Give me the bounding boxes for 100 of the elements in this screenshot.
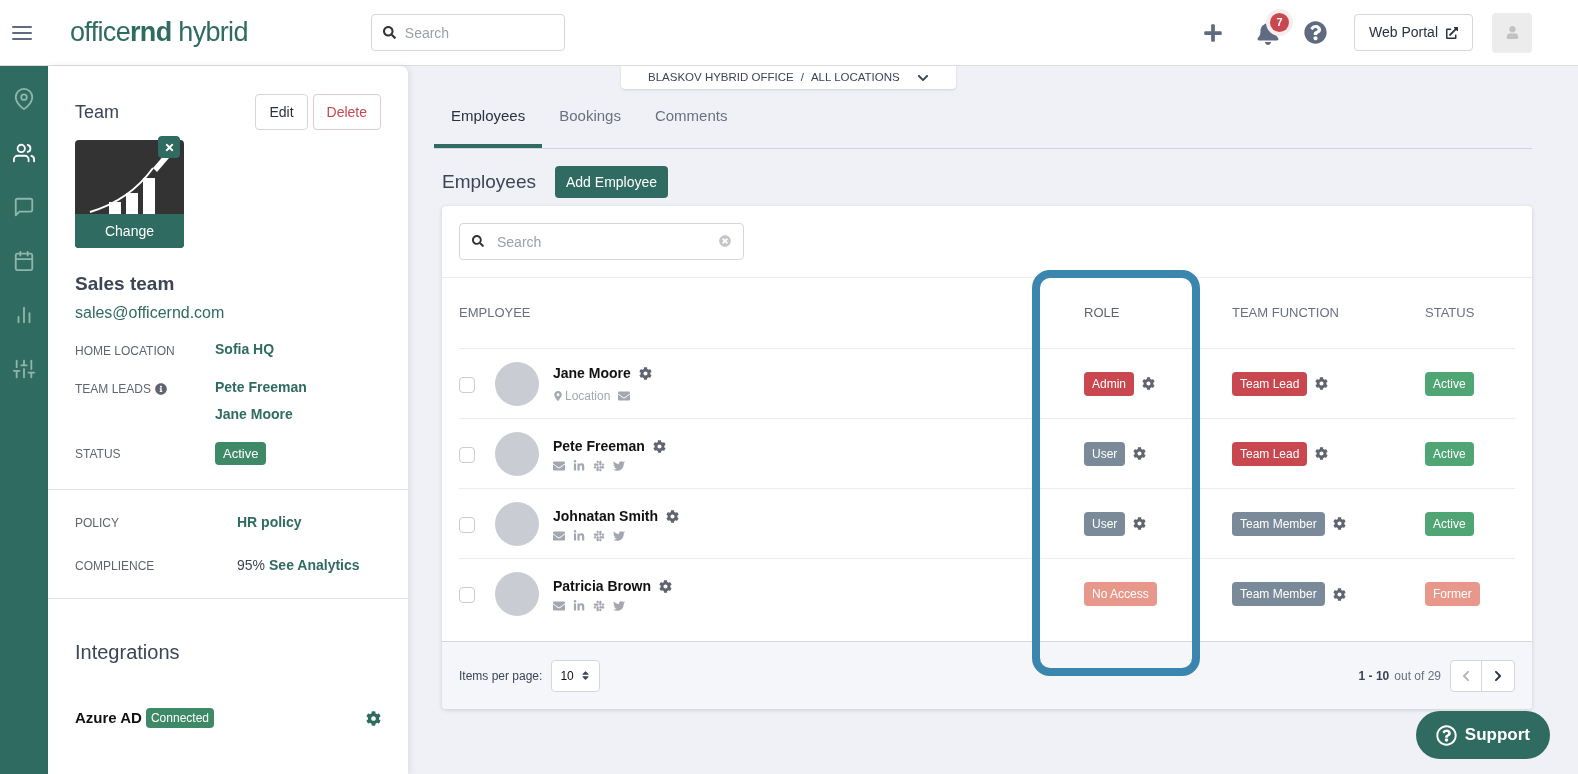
settings-icon[interactable]	[666, 509, 679, 523]
column-header: ROLE	[1084, 304, 1120, 323]
calendar-icon[interactable]	[13, 250, 35, 272]
user-icon	[1505, 26, 1519, 39]
settings-icon[interactable]	[652, 439, 666, 453]
team-function-tag: Team Lead	[1232, 371, 1308, 396]
employee-name[interactable]: Pete Freeman	[553, 435, 645, 457]
employee-name[interactable]: Johnatan Smith	[553, 505, 658, 527]
row-checkbox[interactable]	[459, 516, 475, 533]
role-tag: Admin	[1084, 371, 1134, 396]
status-badge: Active	[215, 441, 267, 465]
linkedin-icon[interactable]	[573, 459, 585, 472]
field-label: COMPLIENCE	[75, 557, 156, 575]
settings-icon[interactable]	[1332, 587, 1346, 601]
tab[interactable]: Comments	[637, 89, 745, 148]
team-email[interactable]: sales@officernd.com	[75, 300, 381, 325]
info-icon[interactable]	[155, 382, 168, 395]
location-selector[interactable]: BLASKOV HYBRID OFFICE / ALL LOCATIONS	[621, 66, 956, 89]
settings-icon[interactable]	[1142, 377, 1155, 390]
settings-icon[interactable]	[659, 580, 673, 593]
status-tag: Active	[1425, 441, 1474, 466]
slack-icon[interactable]	[593, 459, 605, 472]
column-header: TEAM FUNCTION	[1232, 304, 1339, 323]
twitter-icon[interactable]	[613, 600, 625, 612]
mail-icon[interactable]	[553, 600, 565, 612]
section-title: Employees	[442, 169, 536, 194]
change-button[interactable]: Change	[75, 214, 184, 248]
external-link-icon	[1446, 26, 1458, 39]
role-tag: User	[1084, 511, 1126, 536]
people-icon[interactable]	[13, 142, 35, 164]
tab[interactable]: Bookings	[542, 89, 638, 148]
chevron-left-icon	[1460, 669, 1472, 682]
remove-image-button[interactable]	[158, 136, 180, 158]
settings-icon[interactable]	[1133, 517, 1147, 530]
twitter-icon[interactable]	[613, 529, 625, 542]
edit-button[interactable]: Edit	[255, 94, 308, 130]
delete-button[interactable]: Delete	[312, 94, 381, 130]
field-link[interactable]: Sofia HQ	[215, 338, 275, 360]
search-icon	[382, 26, 396, 39]
search-field[interactable]: Search	[459, 223, 744, 260]
compliance-value: 95%	[237, 556, 266, 575]
field-link[interactable]: HR policy	[237, 512, 302, 533]
help-icon[interactable]	[1304, 21, 1327, 44]
settings-icon[interactable]	[1315, 447, 1329, 460]
field-link[interactable]: Jane Moore	[215, 403, 307, 425]
mail-icon[interactable]	[618, 389, 631, 402]
field-link[interactable]: Pete Freeman	[215, 376, 307, 398]
slack-icon[interactable]	[593, 600, 605, 612]
user-avatar[interactable]	[1492, 12, 1532, 53]
mail-icon[interactable]	[553, 529, 565, 542]
linkedin-icon[interactable]	[573, 600, 585, 612]
settings-icon[interactable]	[1332, 517, 1346, 530]
location-pin-icon	[553, 390, 563, 401]
avatar-photo	[495, 361, 539, 406]
location-text: Location	[565, 387, 611, 405]
items-per-page-select[interactable]: 10	[551, 659, 601, 692]
sort-arrows-icon	[580, 670, 592, 681]
row-checkbox[interactable]	[459, 587, 475, 603]
mail-icon[interactable]	[553, 459, 565, 472]
add-employee-button[interactable]: Add Employee	[555, 166, 669, 198]
section-title: Integrations	[75, 640, 181, 665]
field-label: POLICY	[75, 514, 120, 532]
tab[interactable]: Employees	[434, 89, 543, 148]
settings-icon[interactable]	[1133, 447, 1147, 460]
employee-name[interactable]: Patricia Brown	[553, 576, 652, 597]
row-checkbox[interactable]	[459, 446, 475, 463]
settings-icon[interactable]	[1315, 377, 1329, 390]
location-pin-icon[interactable]	[13, 88, 35, 110]
panel-title: Team	[75, 100, 119, 124]
support-button[interactable]: Support	[1415, 711, 1550, 759]
role-tag: No Access	[1084, 582, 1157, 606]
avatar-photo	[495, 501, 539, 546]
settings-icon[interactable]	[638, 366, 652, 380]
settings-icon[interactable]	[366, 710, 381, 726]
role-tag: User	[1084, 441, 1126, 466]
chat-icon[interactable]	[13, 196, 35, 218]
integration-name: Azure AD	[75, 708, 142, 728]
column-header: STATUS	[1425, 304, 1475, 323]
team-name: Sales team	[75, 272, 176, 296]
search-icon	[472, 235, 484, 247]
twitter-icon[interactable]	[613, 459, 625, 472]
team-function-tag: Team Member	[1232, 582, 1325, 606]
clear-icon[interactable]	[719, 235, 731, 247]
sliders-icon[interactable]	[13, 358, 35, 380]
field-link[interactable]: See Analytics	[269, 555, 360, 576]
add-icon[interactable]	[1203, 22, 1223, 43]
field-label: HOME LOCATION	[75, 342, 175, 360]
slack-icon[interactable]	[593, 529, 605, 542]
employee-name[interactable]: Jane Moore	[553, 362, 631, 384]
items-per-page-label: Items per page:	[459, 667, 543, 685]
avatar-photo	[495, 572, 539, 616]
avatar-photo	[495, 431, 539, 476]
linkedin-icon[interactable]	[573, 529, 585, 542]
web-portal-button[interactable]: Web Portal	[1354, 14, 1473, 51]
app-logo[interactable]: officernd hybrid	[70, 12, 248, 53]
search-field[interactable]: Search	[370, 14, 565, 51]
field-label: TEAM LEADS	[75, 380, 152, 398]
row-checkbox[interactable]	[459, 376, 475, 393]
team-function-tag: Team Member	[1232, 511, 1325, 536]
team-function-tag: Team Lead	[1232, 441, 1308, 466]
